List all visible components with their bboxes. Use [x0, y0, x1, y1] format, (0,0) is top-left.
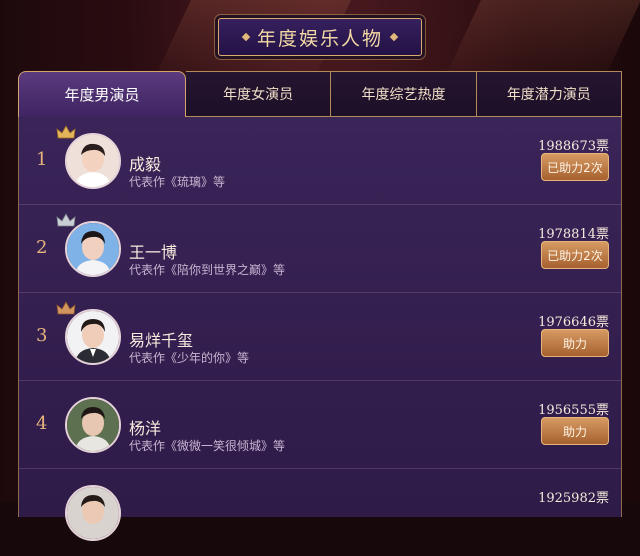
diamond-icon [389, 32, 399, 42]
representative-works: 代表作《少年的你》等 [129, 351, 250, 365]
support-button[interactable]: 已助力2次 [541, 241, 609, 269]
page-title-text: 年度娱乐人物 [256, 27, 383, 50]
person-name: 易烊千玺 [129, 331, 194, 350]
person-name: 成毅 [129, 155, 162, 174]
rank-number: 4 [36, 413, 48, 434]
vote-count: 1925982票 [538, 491, 609, 506]
rank-number: 1 [36, 149, 48, 170]
avatar[interactable] [56, 125, 121, 189]
vote-count: 1978814票 [538, 227, 609, 242]
person-name: 王一博 [129, 243, 178, 262]
rank-number: 3 [36, 325, 48, 346]
ranking-row: 1 成毅 代表作《琉璃》等 1988673票 已助力2次 [19, 117, 621, 205]
diamond-icon [241, 32, 251, 42]
tab-potential-actor[interactable]: 年度潜力演员 [476, 71, 622, 117]
bronze-crown-icon [56, 301, 76, 315]
avatar[interactable] [65, 485, 121, 541]
tab-variety-heat[interactable]: 年度综艺热度 [331, 71, 477, 117]
avatar[interactable] [56, 301, 121, 365]
tab-best-actress[interactable]: 年度女演员 [186, 71, 332, 117]
person-name: 杨洋 [129, 419, 162, 438]
gold-crown-icon [56, 125, 76, 139]
silver-crown-icon [56, 213, 76, 227]
tab-best-actor[interactable]: 年度男演员 [18, 71, 186, 117]
support-button[interactable]: 助力 [541, 417, 609, 445]
representative-works: 代表作《陪你到世界之巅》等 [129, 263, 286, 277]
vote-count: 1976646票 [538, 315, 609, 330]
category-tabs: 年度男演员 年度女演员 年度综艺热度 年度潜力演员 [18, 71, 622, 117]
ranking-row: 1925982票 [19, 469, 621, 556]
ranking-row: 4 杨洋 代表作《微微一笑很倾城》等 1956555票 助力 [19, 381, 621, 469]
support-button[interactable]: 已助力2次 [541, 153, 609, 181]
support-button[interactable]: 助力 [541, 329, 609, 357]
ranking-list: 1 成毅 代表作《琉璃》等 1988673票 已助力2次 2 王一博 代表作《陪… [18, 117, 622, 541]
representative-works: 代表作《琉璃》等 [129, 175, 226, 189]
vote-count: 1956555票 [538, 403, 609, 418]
rank-number: 2 [36, 237, 48, 258]
ranking-row: 2 王一博 代表作《陪你到世界之巅》等 1978814票 已助力2次 [19, 205, 621, 293]
vote-count: 1988673票 [538, 139, 609, 154]
avatar[interactable] [65, 397, 121, 453]
page-title: 年度娱乐人物 [218, 18, 422, 56]
ranking-row: 3 易烊千玺 代表作《少年的你》等 1976646票 助力 [19, 293, 621, 381]
avatar[interactable] [56, 213, 121, 277]
representative-works: 代表作《微微一笑很倾城》等 [129, 439, 286, 453]
